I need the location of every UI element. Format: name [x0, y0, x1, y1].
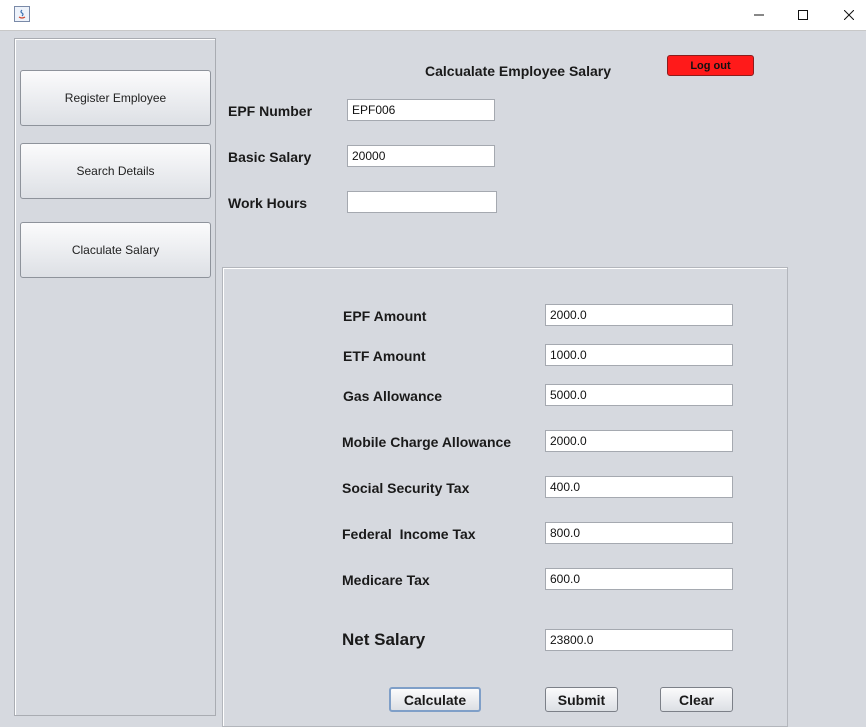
epf-amount-label: EPF Amount — [343, 308, 427, 324]
gas-allowance-field[interactable]: 5000.0 — [545, 384, 733, 406]
work-hours-field[interactable] — [347, 191, 497, 213]
epf-number-label: EPF Number — [228, 103, 313, 119]
federal-income-tax-label: Federal Income Tax — [342, 526, 476, 542]
page-title: Calcualate Employee Salary — [425, 63, 611, 79]
work-hours-label: Work Hours — [228, 195, 308, 211]
etf-amount-label: ETF Amount — [343, 348, 426, 364]
mobile-allowance-label: Mobile Charge Allowance — [342, 434, 512, 450]
clear-button[interactable]: Clear — [660, 687, 733, 712]
java-app-icon — [14, 6, 30, 22]
close-icon — [844, 10, 854, 20]
social-security-tax-field[interactable]: 400.0 — [545, 476, 733, 498]
submit-button[interactable]: Submit — [545, 687, 618, 712]
net-salary-field[interactable]: 23800.0 — [545, 629, 733, 651]
calculate-salary-button[interactable]: Claculate Salary — [20, 222, 211, 278]
federal-income-tax-field[interactable]: 800.0 — [545, 522, 733, 544]
register-employee-button[interactable]: Register Employee — [20, 70, 211, 126]
search-details-button[interactable]: Search Details — [20, 143, 211, 199]
maximize-button[interactable] — [780, 0, 826, 30]
maximize-icon — [798, 10, 808, 20]
calculate-button[interactable]: Calculate — [389, 687, 481, 712]
social-security-tax-label: Social Security Tax — [342, 480, 470, 496]
minimize-button[interactable] — [736, 0, 782, 30]
medicare-tax-field[interactable]: 600.0 — [545, 568, 733, 590]
gas-allowance-label: Gas Allowance — [343, 388, 443, 404]
medicare-tax-label: Medicare Tax — [342, 572, 430, 588]
epf-number-field[interactable]: EPF006 — [347, 99, 495, 121]
epf-amount-field[interactable]: 2000.0 — [545, 304, 733, 326]
basic-salary-field[interactable]: 20000 — [347, 145, 495, 167]
logout-button[interactable]: Log out — [667, 55, 754, 76]
mobile-allowance-field[interactable]: 2000.0 — [545, 430, 733, 452]
close-button[interactable] — [826, 0, 866, 30]
etf-amount-field[interactable]: 1000.0 — [545, 344, 733, 366]
minimize-icon — [754, 14, 764, 16]
sidebar: Register Employee Search Details Clacula… — [14, 38, 216, 716]
window-titlebar — [0, 0, 866, 31]
basic-salary-label: Basic Salary — [228, 149, 312, 165]
net-salary-label: Net Salary — [342, 630, 426, 649]
